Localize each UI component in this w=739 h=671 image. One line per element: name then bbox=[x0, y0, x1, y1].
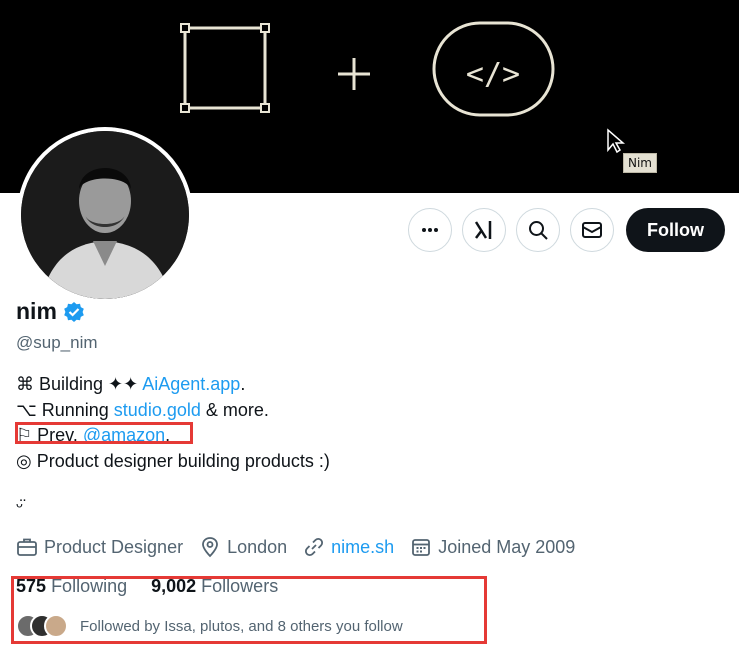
bio-text: . bbox=[240, 374, 246, 394]
location-pin-icon bbox=[202, 537, 218, 558]
search-icon bbox=[529, 221, 548, 240]
amazon-mention-link[interactable]: @amazon bbox=[83, 425, 165, 445]
profile-name-row: nim bbox=[16, 298, 85, 325]
profile-bio: ⌘ Building ✦✦ AiAgent.app. ⌥ Running stu… bbox=[16, 372, 330, 520]
studio-gold-link[interactable]: studio.gold bbox=[114, 400, 201, 420]
follow-button[interactable]: Follow bbox=[626, 208, 725, 252]
bio-line-designer: ◎ Product designer building products :) bbox=[16, 450, 330, 471]
briefcase-icon bbox=[17, 538, 37, 556]
profile-name: nim bbox=[16, 298, 57, 324]
bio-text: ⌥ Running bbox=[16, 399, 114, 420]
link-icon bbox=[305, 537, 324, 557]
avatar[interactable] bbox=[17, 127, 193, 303]
profession-item: Product Designer bbox=[16, 536, 183, 558]
bio-line-smiley: ᵕ̈ bbox=[16, 496, 23, 516]
joined-item: Joined May 2009 bbox=[410, 536, 575, 558]
search-button[interactable] bbox=[516, 208, 560, 252]
profile-meta: Product Designer London nime.sh Joined M… bbox=[16, 536, 591, 558]
profession-label: Product Designer bbox=[44, 536, 184, 557]
more-icon bbox=[422, 228, 438, 232]
following-count: 575 bbox=[16, 576, 47, 596]
bio-text: & more. bbox=[200, 399, 269, 420]
following-link[interactable]: 575 Following bbox=[16, 576, 127, 597]
bio-line-running: ⌥ Running studio.gold & more. bbox=[16, 398, 330, 424]
followed-by-text: Followed by Issa, plutos, and 8 others y… bbox=[80, 617, 403, 635]
website-link[interactable]: nime.sh bbox=[331, 537, 394, 558]
svg-text:</>: </> bbox=[466, 57, 520, 92]
following-label: Following bbox=[51, 576, 128, 596]
followers-link[interactable]: 9,002 Followers bbox=[151, 576, 278, 597]
more-button[interactable] bbox=[408, 208, 452, 252]
bio-line-building: ⌘ Building ✦✦ AiAgent.app. bbox=[16, 372, 330, 398]
profile-actions: Follow bbox=[408, 208, 725, 252]
avatar-photo bbox=[21, 131, 189, 299]
followers-you-know[interactable]: Followed by Issa, plutos, and 8 others y… bbox=[16, 614, 403, 638]
calendar-icon bbox=[412, 539, 431, 556]
bio-text: ⚐ Prev. bbox=[16, 425, 83, 445]
grok-button[interactable] bbox=[462, 208, 506, 252]
bio-text: . bbox=[165, 425, 171, 445]
joined-label: Joined May 2009 bbox=[438, 536, 576, 557]
bio-line-prev: ⚐ Prev. @amazon. bbox=[16, 423, 330, 449]
bio-text: ⌘ Building ✦✦ bbox=[16, 374, 143, 394]
website-item: nime.sh bbox=[303, 536, 394, 558]
followers-count: 9,002 bbox=[151, 576, 197, 596]
follow-stats: 575 Following 9,002 Followers bbox=[16, 576, 278, 597]
verified-badge-icon[interactable] bbox=[63, 301, 85, 323]
grok-icon bbox=[474, 221, 492, 239]
location-item: London bbox=[199, 536, 287, 558]
followers-label: Followers bbox=[201, 576, 279, 596]
profile-handle: @sup_nim bbox=[16, 333, 98, 352]
cursor-tooltip: Nim bbox=[623, 153, 657, 173]
follower-avatar bbox=[44, 614, 68, 638]
aiagent-link[interactable]: AiAgent.app bbox=[142, 374, 240, 394]
message-button[interactable] bbox=[570, 208, 614, 252]
location-label: London bbox=[227, 536, 288, 557]
envelope-icon bbox=[582, 222, 602, 238]
